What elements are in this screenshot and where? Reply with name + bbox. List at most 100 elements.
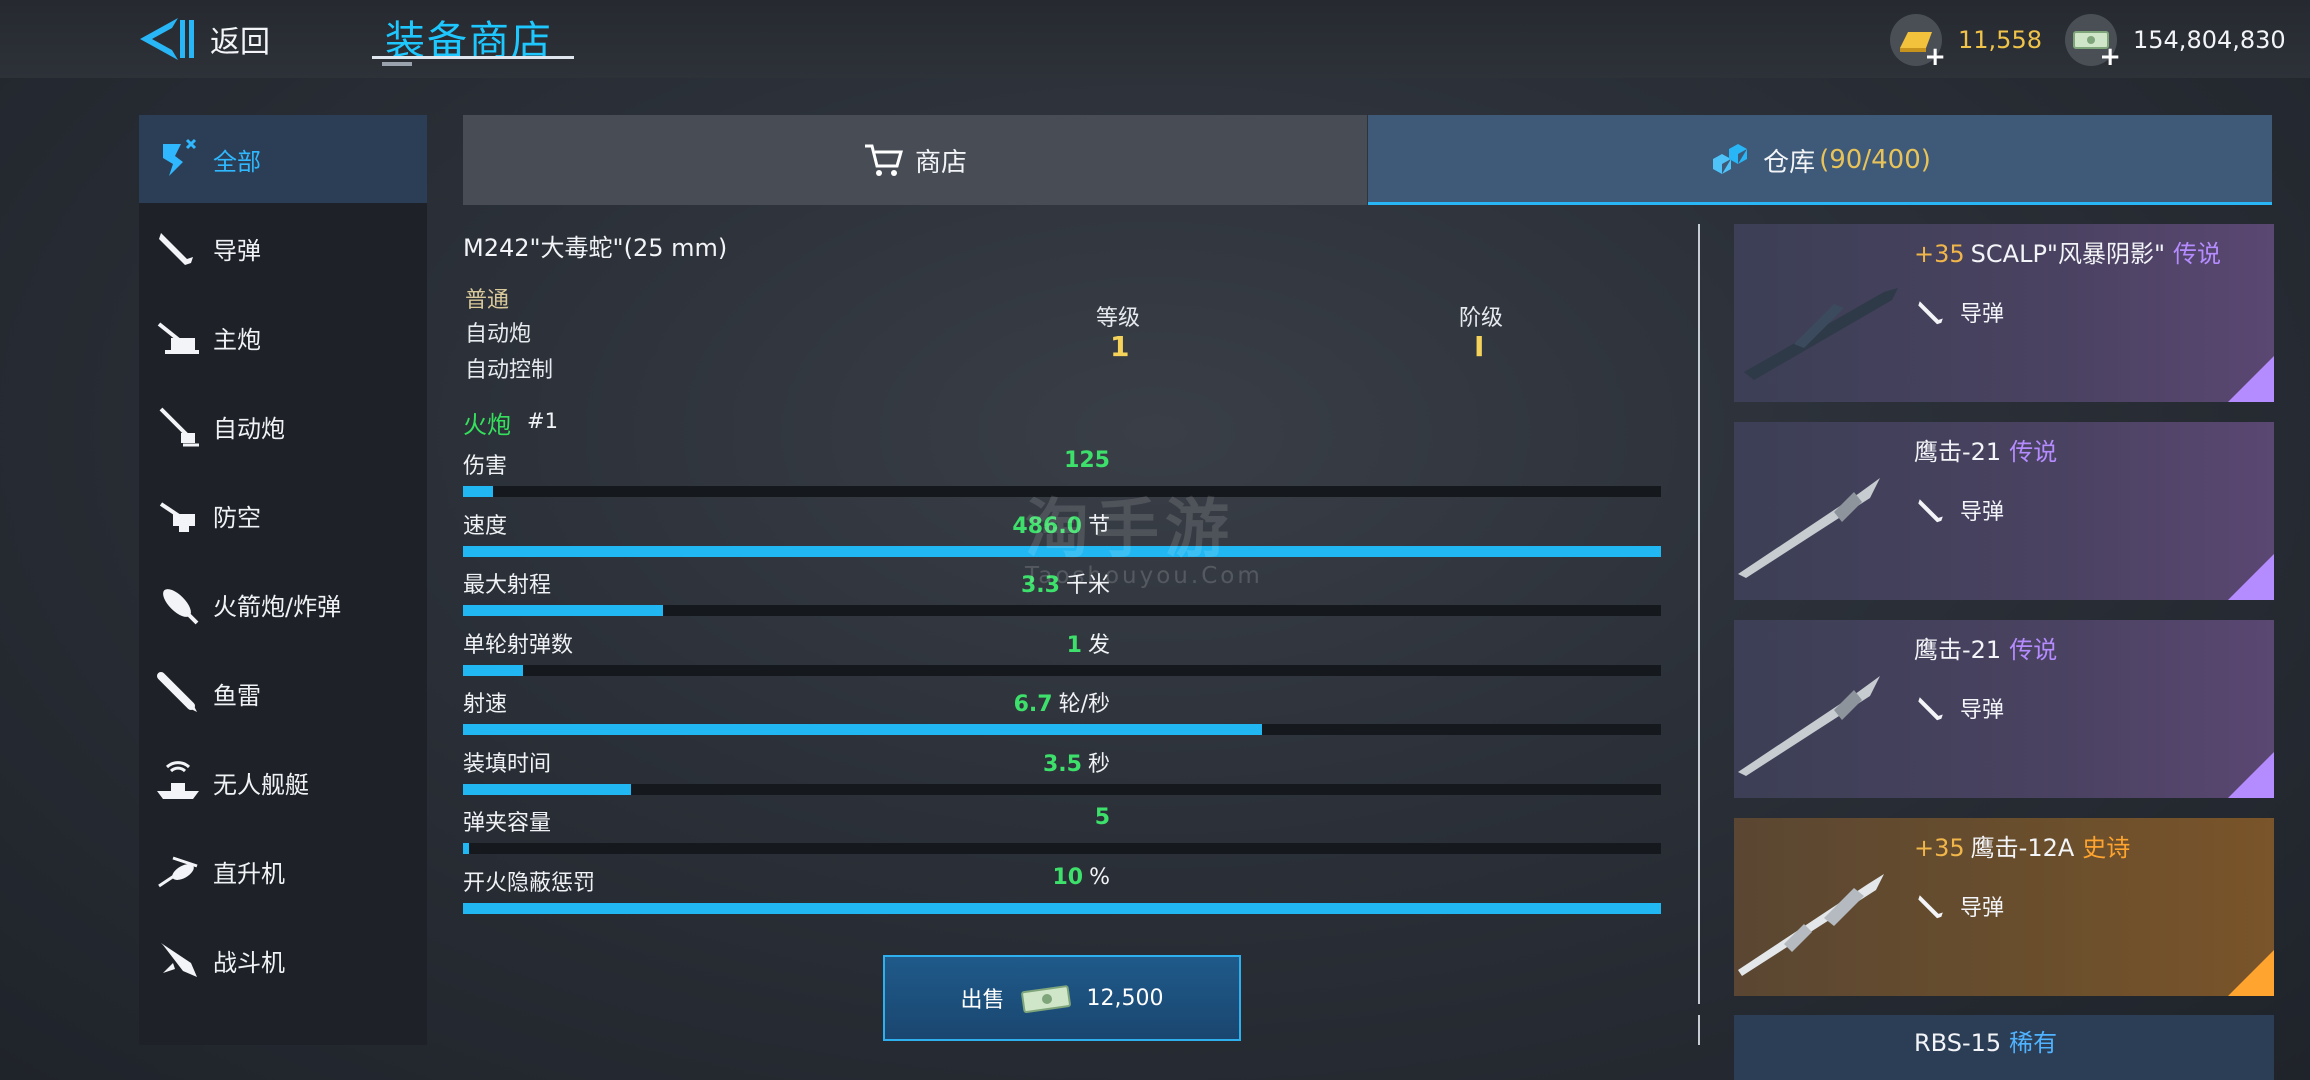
stat-value: 1发	[1067, 627, 1110, 659]
torpedo-icon	[157, 672, 197, 712]
missile-image	[1738, 874, 1884, 976]
stat-value: 3.5 秒	[1043, 746, 1110, 778]
stat-label: 开火隐蔽惩罚	[463, 870, 596, 896]
inventory-card[interactable]: +35 SCALP"风暴阴影" 传说 导弹	[1734, 224, 2274, 402]
missile-icon	[1918, 499, 1943, 523]
sidebar-item-missile[interactable]: 导弹	[139, 204, 427, 292]
cart-icon	[864, 144, 903, 176]
tab-storage[interactable]: 仓库 (90/400)	[1368, 115, 2272, 205]
cash-currency[interactable]: + 154,804,830	[2065, 14, 2286, 72]
stat-bar	[463, 605, 1661, 616]
sidebar-item-label: 无人舰艇	[213, 770, 309, 799]
weapon-label: 火炮	[463, 411, 511, 439]
sidebar-item-label: 防空	[213, 503, 261, 532]
stat-label: 伤害	[463, 454, 508, 479]
item-type: 自动炮	[465, 322, 532, 347]
add-gold-icon[interactable]: +	[1924, 42, 1946, 72]
back-logo-icon	[140, 18, 194, 60]
stat-bar	[463, 783, 1661, 795]
sidebar-item-label: 主炮	[213, 325, 261, 354]
stat-label: 弹夹容量	[463, 811, 552, 836]
rarity-corner	[2228, 554, 2274, 600]
level-value: 1	[1110, 330, 1130, 363]
card-title: RBS-15 稀有	[1914, 1029, 2058, 1057]
stat-unit: 发	[1087, 632, 1110, 658]
card-title: 鹰击-21 传说	[1914, 438, 2058, 466]
sidebar-item-main-gun[interactable]: 主炮	[139, 293, 427, 381]
tab-storage-label: 仓库	[1763, 147, 1816, 178]
inventory-card[interactable]: 鹰击-21 传说 导弹	[1734, 620, 2274, 798]
sidebar-item-fighter-jet[interactable]: 战斗机	[139, 916, 427, 1004]
stat-number: 10	[1052, 864, 1084, 890]
card-title: +35 鹰击-12A 史诗	[1914, 834, 2131, 862]
title-underline	[372, 56, 574, 59]
rarity-corner	[2228, 356, 2274, 402]
sidebar-item-anti-air[interactable]: 防空	[139, 471, 427, 559]
stat-value: 10%	[1052, 865, 1110, 890]
active-tab-indicator	[1368, 202, 2272, 205]
missile-image	[1738, 676, 1880, 776]
card-type: 导弹	[1914, 294, 2004, 330]
card-type: 导弹	[1914, 492, 2004, 528]
autocannon-icon	[159, 407, 199, 447]
stat-bar-fill	[463, 605, 664, 616]
stat-value: 5	[1095, 805, 1110, 830]
tab-shop[interactable]: 商店	[463, 115, 1367, 205]
cruise-missile-image	[1744, 288, 1898, 380]
card-type: 导弹	[1914, 888, 2004, 924]
stat-label: 最大射程	[463, 573, 552, 598]
sidebar-item-label: 全部	[213, 147, 261, 176]
sidebar-item-torpedo[interactable]: 鱼雷	[139, 649, 427, 737]
cash-stack-icon: +	[2065, 14, 2121, 72]
missile-icon	[1918, 301, 1943, 325]
card-title: +35 SCALP"风暴阴影" 传说	[1914, 240, 2221, 268]
back-label: 返回	[210, 25, 270, 60]
item-name: M242"大毒蛇"(25 mm)	[463, 234, 728, 262]
sidebar-item-all[interactable]: 全部	[139, 115, 427, 203]
inventory-card[interactable]: 鹰击-21 传说 导弹	[1734, 422, 2274, 600]
stat-value: 6.7 轮/秒	[1014, 686, 1110, 718]
missile-image	[1738, 478, 1880, 578]
sell-label: 出售	[960, 988, 1005, 1013]
tier-label: 阶级	[1459, 306, 1504, 331]
level-label: 等级	[1096, 306, 1141, 331]
watermark-sub: Taoshouyou.Com	[1025, 563, 1263, 589]
rarity-corner	[2228, 950, 2274, 996]
add-cash-icon[interactable]: +	[2099, 42, 2121, 72]
sidebar-item-helicopter[interactable]: 直升机	[139, 827, 427, 915]
stat-bar-fill	[463, 843, 469, 854]
anti-air-icon	[159, 502, 195, 532]
stat-number: 6.7	[1013, 692, 1053, 717]
stat-unit: %	[1089, 864, 1110, 890]
back-button[interactable]: 返回	[138, 14, 270, 64]
all-icon	[163, 138, 197, 176]
sidebar-item-drone-boat[interactable]: 无人舰艇	[139, 738, 427, 826]
sidebar-item-label: 直升机	[213, 859, 285, 888]
fighter-jet-icon	[161, 943, 197, 977]
main-gun-icon	[157, 322, 199, 354]
cash-stack-icon	[1020, 985, 1071, 1013]
item-rarity: 普通	[465, 288, 510, 313]
stat-bar	[463, 724, 1661, 735]
sidebar-item-label: 火箭炮/炸弹	[213, 592, 342, 621]
inventory-card[interactable]: RBS-15 稀有	[1734, 1015, 2274, 1080]
weapon-number: #1	[527, 409, 558, 433]
sidebar-item-rocket-bomb[interactable]: 火箭炮/炸弹	[139, 560, 427, 648]
stat-bar	[463, 843, 1661, 854]
card-title: 鹰击-21 传说	[1914, 636, 2058, 664]
sidebar-item-autocannon[interactable]: 自动炮	[139, 382, 427, 470]
rocket-bomb-icon	[163, 589, 199, 625]
stat-number: 1	[1066, 632, 1082, 658]
inventory-card[interactable]: +35 鹰击-12A 史诗 导弹	[1734, 818, 2274, 996]
tab-shop-label: 商店	[914, 147, 967, 178]
gold-currency[interactable]: + 11,558	[1890, 14, 2042, 72]
sell-button[interactable]: 出售 12,500	[883, 955, 1241, 1041]
title-sub-mark	[382, 62, 412, 66]
item-control: 自动控制	[465, 358, 554, 383]
missile-icon	[159, 233, 193, 265]
watermark-main: 淘手游	[1025, 493, 1235, 567]
drone-boat-icon	[157, 761, 199, 799]
stat-bar-fill	[463, 724, 1263, 735]
boxes-icon	[1713, 144, 1748, 174]
stat-value: 125	[1064, 448, 1110, 473]
